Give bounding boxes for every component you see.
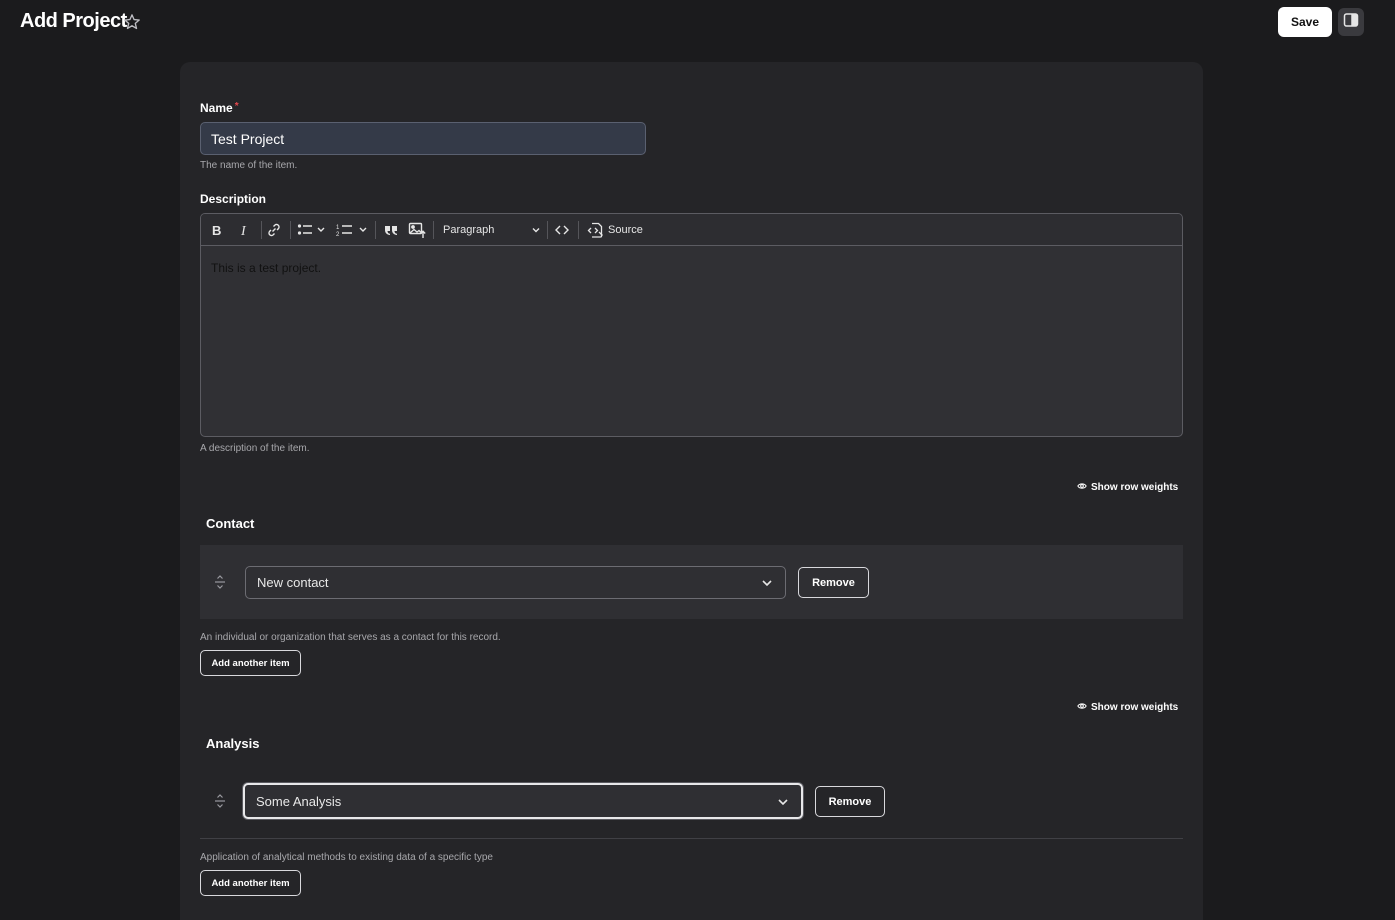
divider <box>200 838 1183 839</box>
top-bar: Add Project Save <box>0 0 1395 44</box>
drag-handle-icon[interactable] <box>214 793 226 814</box>
show-row-weights-label: Show row weights <box>1091 482 1179 493</box>
svg-text:2: 2 <box>336 232 340 238</box>
source-label: Source <box>608 224 643 236</box>
analysis-select[interactable]: Some Analysis <box>243 783 803 819</box>
toolbar-separator <box>375 221 376 239</box>
remove-analysis-button[interactable]: Remove <box>815 786 885 817</box>
source-button[interactable]: Source <box>587 221 643 239</box>
toolbar-separator <box>547 221 548 239</box>
editor-toolbar: B I 1 2 Paragraph Source <box>201 214 1182 246</box>
code-icon[interactable] <box>554 221 570 239</box>
star-icon[interactable] <box>123 13 141 31</box>
name-input[interactable] <box>200 122 646 155</box>
required-marker: * <box>234 101 239 112</box>
contact-row: New contact Remove <box>200 545 1183 619</box>
toggle-sidebar-button[interactable] <box>1338 8 1364 36</box>
name-help: The name of the item. <box>200 160 298 171</box>
eye-icon <box>1077 701 1087 714</box>
remove-contact-button[interactable]: Remove <box>798 567 869 598</box>
svg-text:I: I <box>240 224 247 237</box>
show-row-weights-button[interactable]: Show row weights <box>1077 701 1178 714</box>
analysis-help: Application of analytical methods to exi… <box>200 852 493 863</box>
svg-text:B: B <box>212 223 221 237</box>
add-contact-button[interactable]: Add another item <box>200 650 301 676</box>
contact-select-value: New contact <box>257 575 329 590</box>
name-label-text: Name <box>200 101 233 115</box>
form-card: Name* The name of the item. Description … <box>180 62 1203 920</box>
heading-dropdown-label: Paragraph <box>443 224 495 236</box>
description-editor[interactable]: B I 1 2 Paragraph Source This is a test … <box>200 213 1183 437</box>
name-label: Name * <box>200 101 239 115</box>
save-button[interactable]: Save <box>1278 7 1332 37</box>
add-analysis-button[interactable]: Add another item <box>200 870 301 896</box>
analysis-select-value: Some Analysis <box>256 793 342 809</box>
description-label: Description <box>200 192 267 206</box>
contact-help: An individual or organization that serve… <box>200 632 501 643</box>
contact-section-title: Contact <box>206 516 255 531</box>
drag-handle-icon[interactable] <box>214 574 226 595</box>
toolbar-separator <box>433 221 434 239</box>
contact-select[interactable]: New contact <box>245 566 786 599</box>
blockquote-icon[interactable] <box>383 221 399 239</box>
editor-content[interactable]: This is a test project. <box>211 261 321 275</box>
chevron-down-icon <box>761 577 773 592</box>
italic-icon[interactable]: I <box>238 221 252 239</box>
link-icon[interactable] <box>266 221 282 239</box>
source-icon <box>587 221 605 239</box>
sidebar-panel-icon <box>1343 12 1359 33</box>
bulleted-list-icon[interactable] <box>297 221 327 239</box>
page-title: Add Project <box>20 10 127 32</box>
show-row-weights-label: Show row weights <box>1091 702 1179 713</box>
numbered-list-icon[interactable]: 1 2 <box>336 221 368 239</box>
show-row-weights-button[interactable]: Show row weights <box>1077 481 1178 494</box>
svg-text:1: 1 <box>336 225 340 231</box>
eye-icon <box>1077 481 1087 494</box>
toolbar-separator <box>290 221 291 239</box>
toolbar-separator <box>578 221 579 239</box>
toolbar-separator <box>261 221 262 239</box>
chevron-down-icon <box>531 225 541 235</box>
bold-icon[interactable]: B <box>210 221 224 239</box>
description-help: A description of the item. <box>200 443 310 454</box>
analysis-section-title: Analysis <box>206 736 260 751</box>
insert-image-icon[interactable] <box>408 221 426 239</box>
heading-dropdown[interactable]: Paragraph <box>443 221 543 239</box>
chevron-down-icon <box>777 796 789 811</box>
